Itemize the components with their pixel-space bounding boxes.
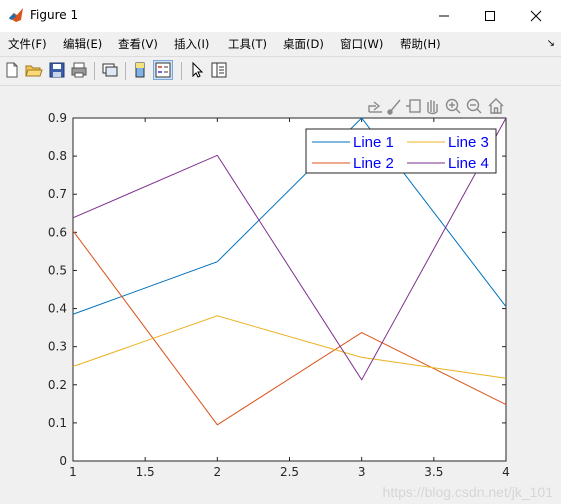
legend[interactable]: Line 1 Line 2 Line 3 Line 4 (305, 128, 497, 174)
legend-label: Line 4 (448, 155, 489, 172)
y-tick-label: 0.5 (48, 263, 67, 277)
y-tick-label: 0.4 (48, 302, 67, 316)
legend-label: Line 3 (448, 134, 489, 151)
x-tick-label: 2 (214, 465, 222, 479)
data-tips-icon[interactable] (406, 99, 421, 113)
x-tick-label: 3 (358, 465, 366, 479)
figure-canvas: 1 1.5 2 2.5 3 3.5 4 0 0.1 0.2 0.3 0.4 0.5 0.6 0.7 0.8 0… (48, 111, 510, 479)
axes-toolbar (368, 98, 504, 115)
y-tick-label: 0.3 (48, 340, 67, 354)
zoom-in-icon[interactable] (445, 98, 461, 114)
x-tick-label: 1 (69, 465, 77, 479)
y-tick-label: 0.6 (48, 225, 67, 239)
brush-icon[interactable] (387, 99, 401, 115)
y-tick-label: 0.8 (48, 149, 67, 163)
export-icon[interactable] (368, 101, 382, 113)
zoom-out-icon[interactable] (466, 98, 482, 114)
pan-icon[interactable] (427, 100, 438, 115)
y-tick-label: 0.2 (48, 378, 67, 392)
y-tick-label: 0.7 (48, 187, 67, 201)
home-icon[interactable] (488, 98, 504, 114)
legend-label: Line 1 (353, 134, 394, 151)
x-tick-label: 4 (502, 465, 510, 479)
x-tick-label: 3.5 (424, 465, 443, 479)
y-tick-label: 0.1 (48, 416, 67, 430)
y-tick-label: 0 (59, 454, 67, 468)
x-tick-label: 1.5 (136, 465, 155, 479)
x-tick-label: 2.5 (280, 465, 299, 479)
legend-label: Line 2 (353, 155, 394, 172)
watermark-text: https://blog.csdn.net/jk_101 (382, 484, 553, 500)
y-tick-label: 0.9 (48, 111, 67, 125)
